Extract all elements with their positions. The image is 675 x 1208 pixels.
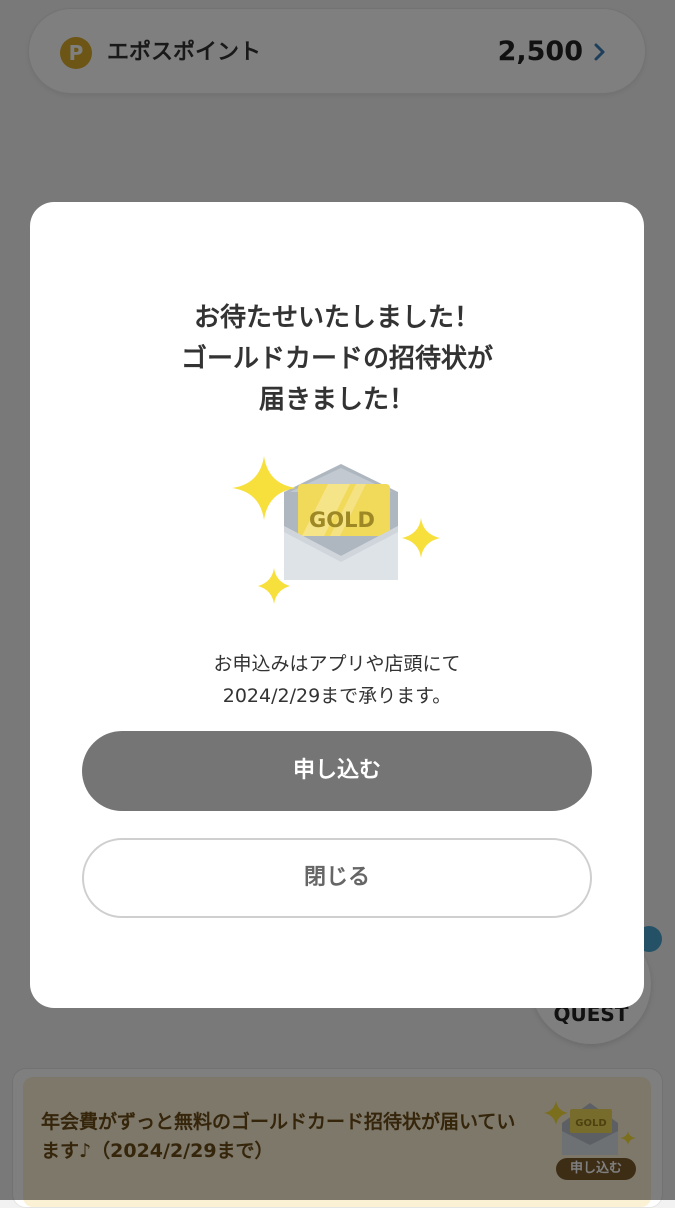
dialog-title: お待たせいたしました！ ゴールドカードの招待状が 届きました！ <box>30 298 644 421</box>
dialog-description-line: 2024/2/29まで承ります。 <box>222 685 452 707</box>
gold-invitation-envelope-icon: GOLD <box>232 456 440 604</box>
dialog-description-line: お申込みはアプリや店頭にて <box>213 653 461 675</box>
gold-card-label: GOLD <box>309 508 375 532</box>
gold-invite-dialog: お待たせいたしました！ ゴールドカードの招待状が 届きました！ GOLD お申込… <box>30 202 644 1008</box>
dialog-title-line: お待たせいたしました！ <box>193 303 480 333</box>
dialog-title-line: 届きました！ <box>258 385 415 415</box>
dialog-description: お申込みはアプリや店頭にて 2024/2/29まで承ります。 <box>30 648 644 712</box>
close-button[interactable]: 閉じる <box>82 838 592 918</box>
dialog-title-line: ゴールドカードの招待状が <box>180 344 493 374</box>
apply-button[interactable]: 申し込む <box>82 731 592 811</box>
